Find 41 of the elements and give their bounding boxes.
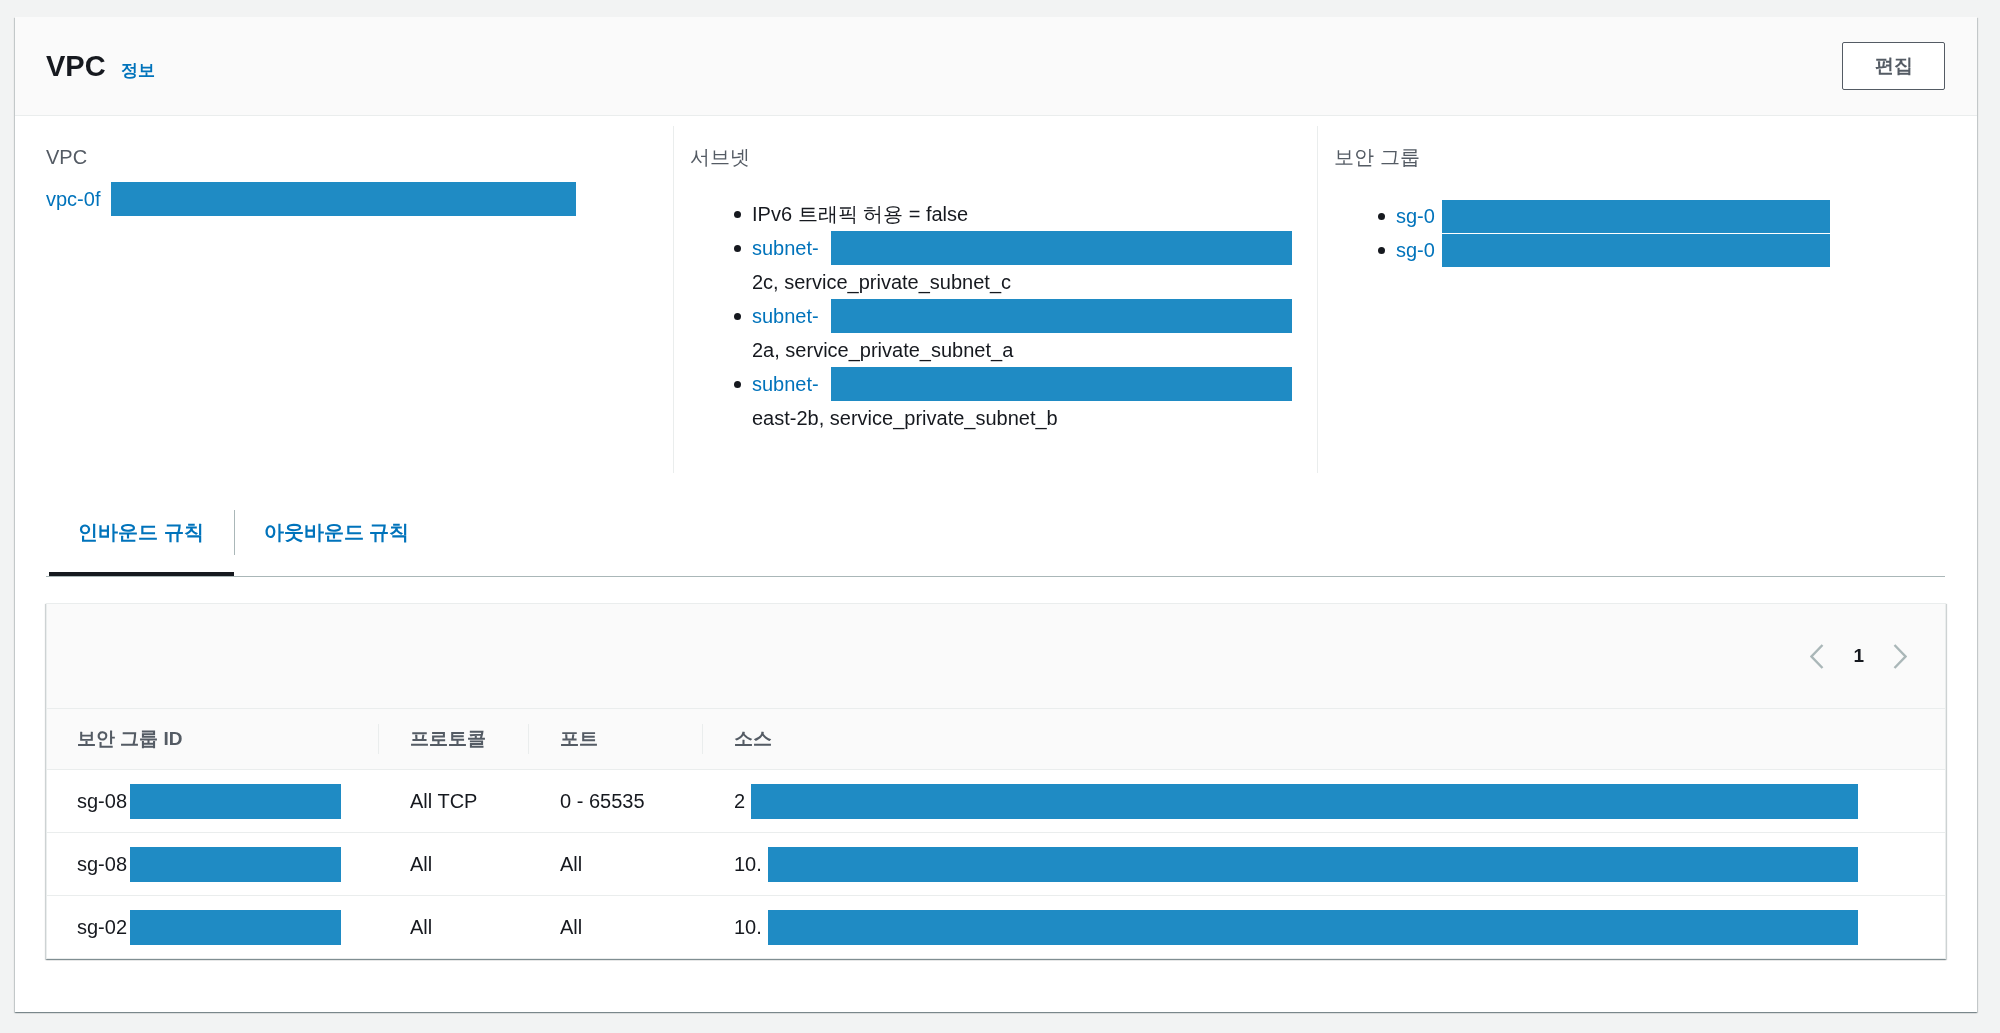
table-cell: All — [410, 915, 433, 939]
table-cell: 0 - 65535 — [560, 789, 645, 813]
subnet-link[interactable]: subnet- — [752, 299, 819, 333]
bullet-icon — [734, 380, 741, 388]
info-link[interactable]: 정보 — [120, 59, 155, 82]
vpc-link[interactable]: vpc-0f — [46, 182, 101, 216]
tab[interactable]: 아웃바운드 규칙 — [234, 505, 440, 576]
list-text: IPv6 트래픽 허용 = false — [752, 202, 969, 227]
subnet-link[interactable]: subnet- — [752, 231, 819, 265]
security-group-link[interactable]: sg-0 — [1396, 233, 1435, 267]
subnet-detail: 2c, service_private_subnet_c — [752, 270, 1013, 296]
edit-button[interactable]: 편집 — [1842, 42, 1945, 90]
bullet-icon — [1378, 212, 1385, 220]
panel-title: VPC — [46, 49, 106, 83]
page-number-button[interactable]: 1 — [1849, 645, 1868, 667]
field-label: 보안 그룹 — [1334, 145, 1421, 170]
bullet-icon — [734, 244, 741, 252]
field-label: VPC — [46, 145, 89, 170]
column-header: 소스 — [734, 727, 772, 751]
table-cell: sg-02 — [77, 915, 128, 939]
subnet-detail: 2a, service_private_subnet_a — [752, 338, 1015, 364]
bullet-icon — [1378, 246, 1385, 254]
tab[interactable]: 인바운드 규칙 — [49, 505, 234, 576]
subnet-link[interactable]: subnet- — [752, 367, 819, 401]
column-header: 프로토콜 — [410, 727, 486, 751]
security-group-link[interactable]: sg-0 — [1396, 199, 1435, 233]
column-header: 포트 — [560, 727, 598, 751]
bullet-icon — [734, 210, 741, 218]
bullet-icon — [734, 312, 741, 320]
subnet-detail: east-2b, service_private_subnet_b — [752, 406, 1059, 432]
table-cell: 10. — [734, 915, 762, 939]
table-cell: All TCP — [410, 789, 478, 813]
table-cell: sg-08 — [77, 789, 128, 813]
table-cell: sg-08 — [77, 852, 128, 876]
column-header: 보안 그룹 ID — [77, 727, 183, 751]
field-label: 서브넷 — [690, 145, 751, 170]
table-cell: All — [410, 852, 433, 876]
table-cell: All — [560, 915, 583, 939]
table-cell: 10. — [734, 852, 762, 876]
table-cell: 2 — [734, 789, 746, 813]
table-cell: All — [560, 852, 583, 876]
